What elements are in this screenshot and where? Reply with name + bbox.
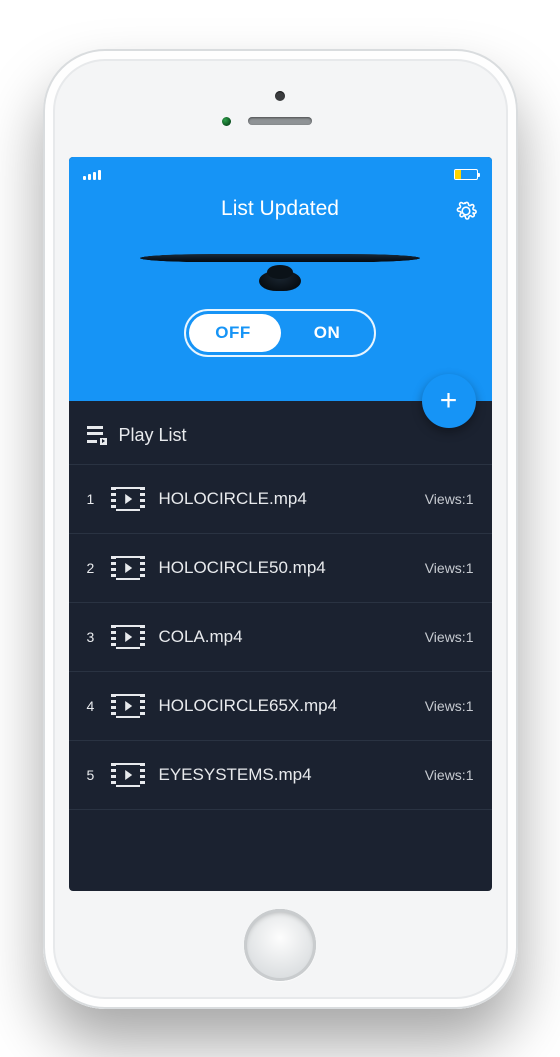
home-button[interactable]	[244, 909, 316, 981]
playlist-item-index: 2	[87, 560, 97, 576]
playlist-item-views: Views:1	[425, 629, 474, 645]
phone-proximity-sensor	[222, 117, 231, 126]
playlist-item-name: HOLOCIRCLE65X.mp4	[159, 696, 411, 716]
app-header: List Updated OFF ON +	[69, 157, 492, 401]
status-bar	[83, 165, 478, 185]
video-file-icon	[111, 625, 145, 649]
video-file-icon	[111, 694, 145, 718]
playlist-item[interactable]: 2 HOLOCIRCLE50.mp4 Views:1	[69, 534, 492, 603]
playlist-item-index: 1	[87, 491, 97, 507]
power-toggle[interactable]: OFF ON	[184, 309, 376, 357]
plus-icon: +	[440, 384, 458, 418]
phone-speaker	[248, 117, 312, 125]
add-button[interactable]: +	[422, 374, 476, 428]
playlist-icon	[87, 426, 107, 445]
playlist-item-name: HOLOCIRCLE.mp4	[159, 489, 411, 509]
battery-icon	[454, 169, 478, 180]
playlist-item-views: Views:1	[425, 698, 474, 714]
toggle-on-label: ON	[280, 323, 374, 343]
page-title: List Updated	[221, 197, 339, 221]
playlist-item-views: Views:1	[425, 491, 474, 507]
playlist-item-views: Views:1	[425, 767, 474, 783]
app-screen: List Updated OFF ON +	[69, 157, 492, 891]
signal-icon	[83, 170, 101, 180]
phone-camera-dot	[275, 91, 285, 101]
playlist-item-index: 3	[87, 629, 97, 645]
toggle-off-label: OFF	[186, 323, 280, 343]
playlist: 1 HOLOCIRCLE.mp4 Views:1 2 HOLOCIRCLE50.mp4 V…	[69, 465, 492, 891]
gear-icon	[454, 199, 478, 223]
playlist-item[interactable]: 5 EYESYSTEMS.mp4 Views:1	[69, 741, 492, 810]
playlist-item-name: COLA.mp4	[159, 627, 411, 647]
playlist-item-name: EYESYSTEMS.mp4	[159, 765, 411, 785]
playlist-item[interactable]: 3 COLA.mp4 Views:1	[69, 603, 492, 672]
video-file-icon	[111, 763, 145, 787]
settings-button[interactable]	[454, 199, 478, 228]
video-file-icon	[111, 487, 145, 511]
playlist-item-index: 4	[87, 698, 97, 714]
playlist-item-views: Views:1	[425, 560, 474, 576]
holo-device-illustration	[140, 243, 420, 291]
playlist-item[interactable]: 1 HOLOCIRCLE.mp4 Views:1	[69, 465, 492, 534]
playlist-item-index: 5	[87, 767, 97, 783]
playlist-item[interactable]: 4 HOLOCIRCLE65X.mp4 Views:1	[69, 672, 492, 741]
playlist-item-name: HOLOCIRCLE50.mp4	[159, 558, 411, 578]
phone-frame: List Updated OFF ON +	[43, 49, 518, 1009]
video-file-icon	[111, 556, 145, 580]
playlist-title: Play List	[119, 425, 187, 446]
